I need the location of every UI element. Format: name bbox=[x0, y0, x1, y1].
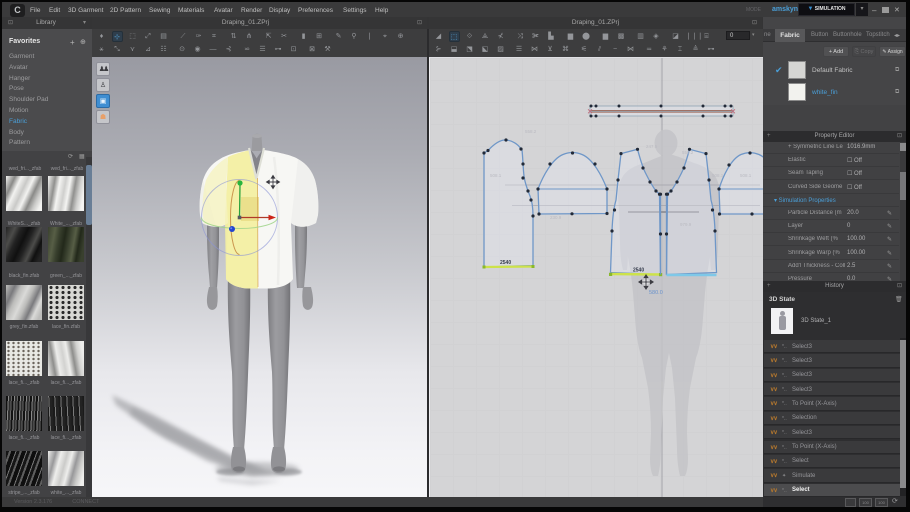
svg-text:508.1: 508.1 bbox=[740, 173, 752, 178]
svg-text:558.2: 558.2 bbox=[682, 150, 694, 155]
svg-text:979.9: 979.9 bbox=[680, 222, 692, 227]
svg-text:247.5: 247.5 bbox=[646, 144, 658, 149]
svg-text:2540: 2540 bbox=[633, 268, 644, 274]
svg-text:2540: 2540 bbox=[500, 260, 511, 266]
svg-text:230.9: 230.9 bbox=[550, 215, 562, 220]
svg-text:580.0: 580.0 bbox=[649, 290, 663, 296]
svg-text:558.2: 558.2 bbox=[525, 129, 537, 134]
svg-text:508.1: 508.1 bbox=[712, 173, 724, 178]
svg-text:508.1: 508.1 bbox=[490, 173, 502, 178]
